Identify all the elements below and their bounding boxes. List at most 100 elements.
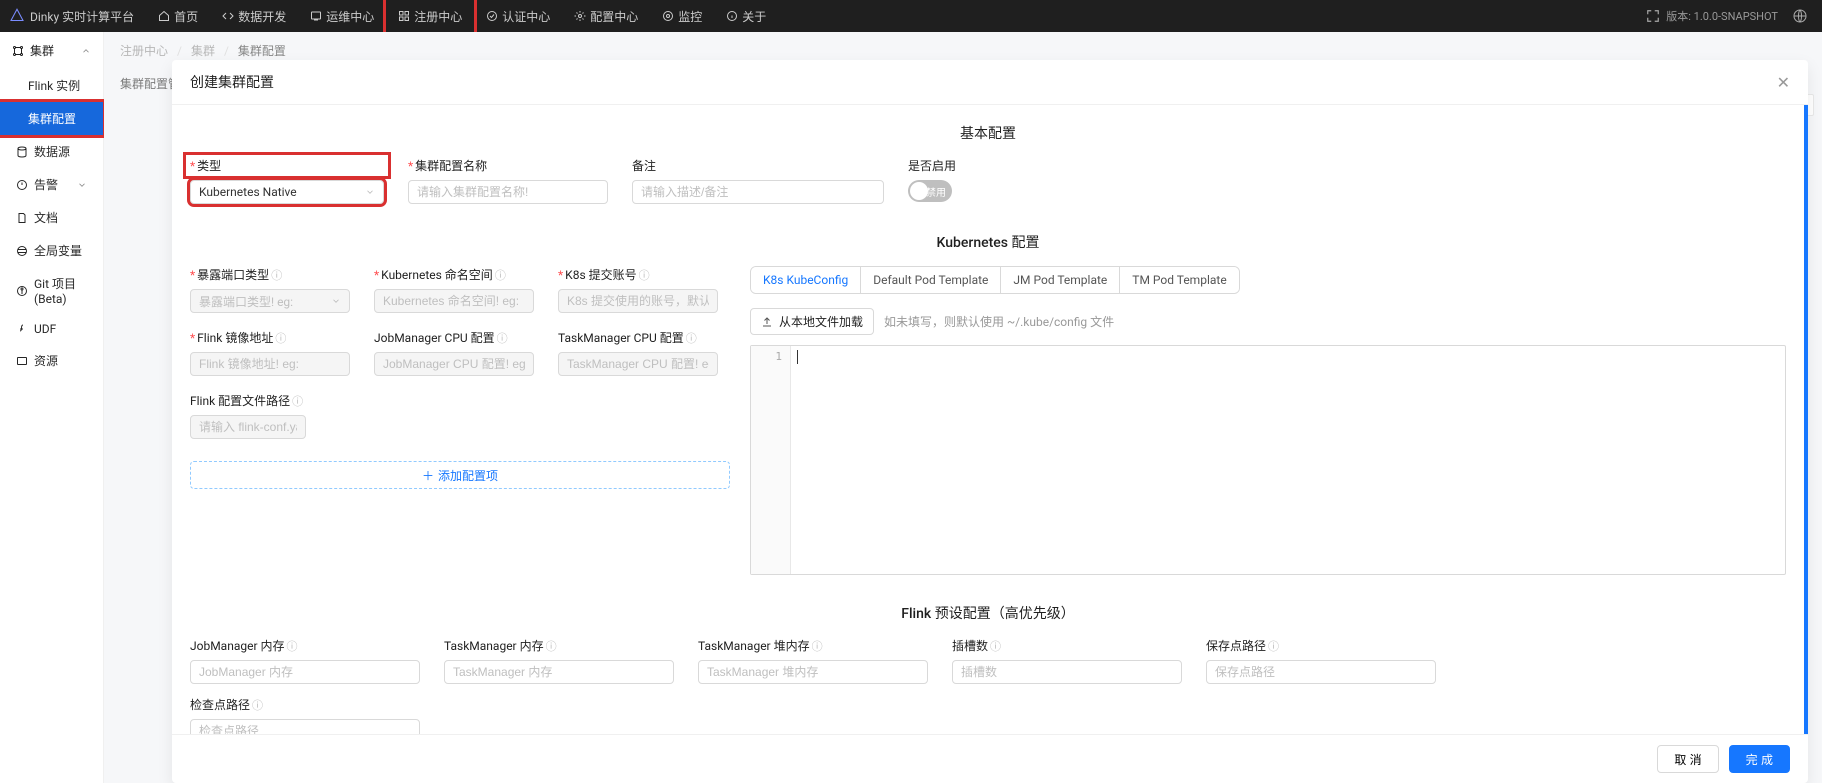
- sidebar-item-6[interactable]: Git 项目(Beta): [0, 267, 103, 314]
- nav-check[interactable]: 认证中心: [474, 0, 562, 32]
- nav-app[interactable]: 注册中心: [386, 0, 474, 32]
- enable-switch[interactable]: 禁用: [908, 180, 952, 202]
- sidebar-item-0[interactable]: Flink 实例: [0, 69, 103, 102]
- k8s-tabs: K8s KubeConfigDefault Pod TemplateJM Pod…: [750, 266, 1240, 294]
- expose-label: 暴露端口类型ⓘ: [190, 266, 350, 283]
- help-icon: ⓘ: [497, 330, 508, 346]
- logo-icon: [8, 7, 26, 25]
- add-config-item-button[interactable]: ＋ 添加配置项: [190, 461, 730, 489]
- fn-icon: [16, 323, 28, 335]
- name-input[interactable]: [408, 180, 608, 204]
- jmcpu-label: JobManager CPU 配置ⓘ: [374, 329, 534, 346]
- help-icon: ⓘ: [639, 267, 650, 283]
- sidebar-header-label: 集群: [30, 42, 54, 59]
- tab-2[interactable]: JM Pod Template: [1001, 267, 1120, 293]
- chevron-down-icon: [331, 296, 341, 306]
- img-label: Flink 镜像地址ⓘ: [190, 329, 350, 346]
- sidebar-item-5[interactable]: 全局变量: [0, 234, 103, 267]
- home-icon: [158, 10, 170, 22]
- ns-label: Kubernetes 命名空间ⓘ: [374, 266, 534, 283]
- sidebar-item-8[interactable]: 资源: [0, 344, 103, 377]
- name-label: 集群配置名称: [408, 157, 608, 174]
- slot-input[interactable]: [952, 660, 1182, 684]
- sidebar-header-cluster[interactable]: 集群: [0, 32, 103, 69]
- tab-3[interactable]: TM Pod Template: [1120, 267, 1238, 293]
- sp-input[interactable]: [1206, 660, 1436, 684]
- note-label: 备注: [632, 157, 884, 174]
- fullscreen-icon[interactable]: [1640, 9, 1666, 23]
- kubeconfig-editor[interactable]: 1: [750, 345, 1786, 575]
- sidebar: 集群 Flink 实例集群配置数据源告警文档全局变量Git 项目(Beta)UD…: [0, 32, 104, 783]
- img-input[interactable]: [190, 352, 350, 376]
- help-icon: ⓘ: [812, 638, 823, 654]
- sidebar-item-3[interactable]: 告警: [0, 168, 103, 201]
- chevron-up-icon: [81, 46, 91, 56]
- type-select[interactable]: Kubernetes Native: [190, 180, 384, 204]
- version-label: 版本: 1.0.0-SNAPSHOT: [1666, 8, 1778, 24]
- db-icon: [16, 146, 28, 158]
- conf-input[interactable]: [190, 415, 306, 439]
- cp-label: 检查点路径ⓘ: [190, 696, 420, 713]
- section-k8s: Kubernetes 配置: [190, 232, 1786, 252]
- cp-input[interactable]: [190, 719, 420, 734]
- brand-text: Dinky 实时计算平台: [30, 8, 134, 25]
- nav-home[interactable]: 首页: [146, 0, 210, 32]
- monitor-icon: [662, 10, 674, 22]
- nav-code[interactable]: 数据开发: [210, 0, 298, 32]
- sidebar-item-1[interactable]: 集群配置: [0, 102, 103, 135]
- lang-icon[interactable]: [1786, 8, 1814, 24]
- enable-label: 是否启用: [908, 157, 956, 174]
- nav-cog[interactable]: 配置中心: [562, 0, 650, 32]
- alert-icon: [16, 179, 28, 191]
- help-icon: ⓘ: [686, 330, 697, 346]
- acct-input[interactable]: [558, 289, 718, 313]
- jm-mem-label: JobManager 内存ⓘ: [190, 637, 420, 654]
- tab-0[interactable]: K8s KubeConfig: [751, 267, 861, 293]
- conf-label: Flink 配置文件路径ⓘ: [190, 392, 306, 409]
- help-icon: ⓘ: [1268, 638, 1279, 654]
- res-icon: [16, 355, 28, 367]
- expose-select[interactable]: 暴露端口类型! eg:: [190, 289, 350, 313]
- cancel-button[interactable]: 取 消: [1657, 745, 1718, 773]
- jmcpu-input[interactable]: [374, 352, 534, 376]
- chevron-down-icon: [365, 187, 375, 197]
- jm-mem-input[interactable]: [190, 660, 420, 684]
- info-icon: [726, 10, 738, 22]
- help-icon: ⓘ: [292, 393, 303, 409]
- tm-mem-label: TaskManager 内存ⓘ: [444, 637, 674, 654]
- create-cluster-config-modal: 创建集群配置 ✕ 基本配置 类型 Kubernetes Native 集群配置名…: [172, 60, 1808, 783]
- sidebar-item-2[interactable]: 数据源: [0, 135, 103, 168]
- nav-info[interactable]: 关于: [714, 0, 778, 32]
- modal-title: 创建集群配置: [190, 72, 274, 92]
- finish-button[interactable]: 完 成: [1729, 745, 1790, 773]
- app-icon: [398, 10, 410, 22]
- tm-heap-input[interactable]: [698, 660, 928, 684]
- tm-heap-label: TaskManager 堆内存ⓘ: [698, 637, 928, 654]
- code-icon: [222, 10, 234, 22]
- chevron-down-icon: [77, 180, 87, 190]
- help-icon: ⓘ: [546, 638, 557, 654]
- sidebar-item-4[interactable]: 文档: [0, 201, 103, 234]
- section-basic: 基本配置: [190, 123, 1786, 143]
- close-icon[interactable]: ✕: [1777, 73, 1790, 92]
- tm-mem-input[interactable]: [444, 660, 674, 684]
- git-icon: [16, 285, 28, 297]
- ops-icon: [310, 10, 322, 22]
- tmcpu-label: TaskManager CPU 配置ⓘ: [558, 329, 718, 346]
- help-icon: ⓘ: [287, 638, 298, 654]
- help-icon: ⓘ: [990, 638, 1001, 654]
- sidebar-item-7[interactable]: UDF: [0, 314, 103, 344]
- tab-1[interactable]: Default Pod Template: [861, 267, 1001, 293]
- help-icon: ⓘ: [275, 330, 286, 346]
- nav-monitor[interactable]: 监控: [650, 0, 714, 32]
- note-input[interactable]: [632, 180, 884, 204]
- section-preset: Flink 预设配置（高优先级）: [190, 603, 1786, 623]
- check-icon: [486, 10, 498, 22]
- plus-icon: ＋: [422, 467, 434, 484]
- upload-local-button[interactable]: 从本地文件加载: [750, 308, 874, 335]
- editor-gutter: 1: [751, 346, 791, 574]
- cog-icon: [574, 10, 586, 22]
- tmcpu-input[interactable]: [558, 352, 718, 376]
- ns-input[interactable]: [374, 289, 534, 313]
- nav-ops[interactable]: 运维中心: [298, 0, 386, 32]
